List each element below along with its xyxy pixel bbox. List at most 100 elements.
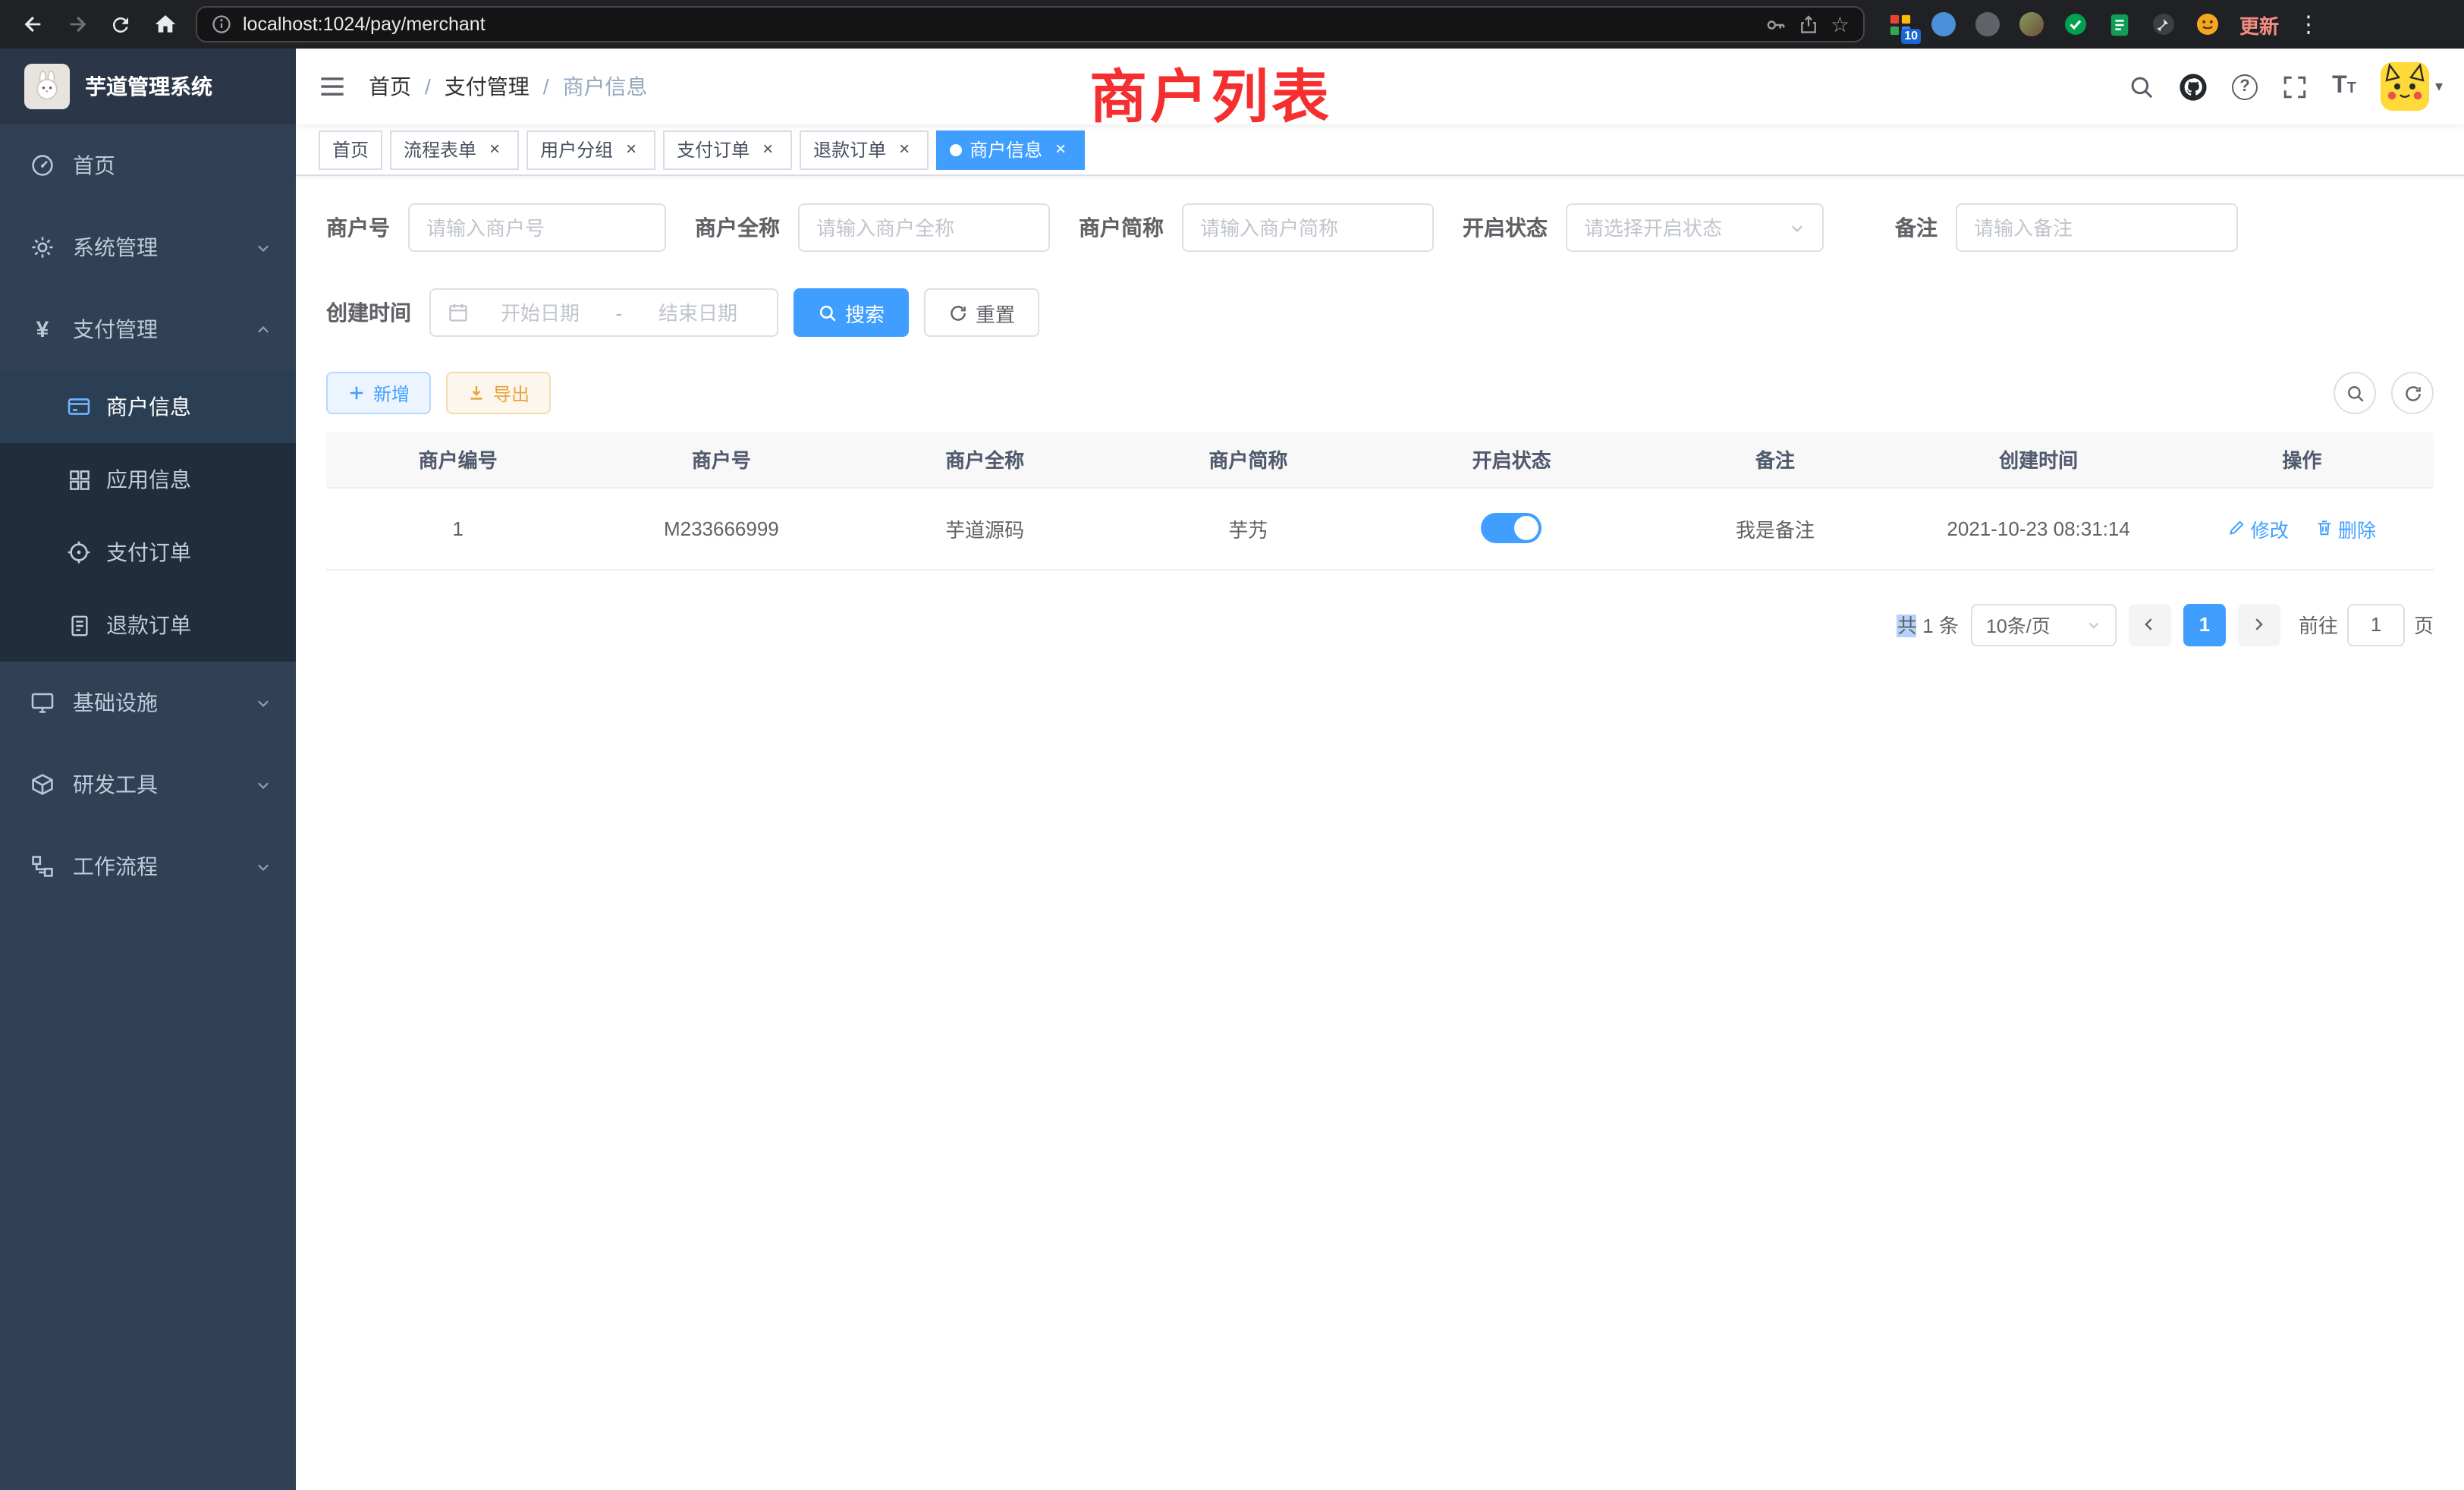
sidebar-item-system[interactable]: 系统管理 [0,206,296,288]
cell-short-name: 芋艿 [1117,487,1380,569]
back-icon[interactable] [12,4,53,45]
app-title: 芋道管理系统 [85,71,212,102]
extension-badge: 10 [1901,29,1921,44]
sidebar-item-devtools[interactable]: 研发工具 [0,743,296,825]
calendar-icon [448,302,469,323]
date-range-picker[interactable]: - [429,288,778,337]
toggle-search-button[interactable] [2334,372,2376,414]
close-tab-icon[interactable]: × [894,139,915,160]
browser-toolbar: localhost:1024/pay/merchant ☆ 10 [0,0,2464,49]
reload-icon[interactable] [100,4,141,45]
browser-update-button[interactable]: 更新 [2239,10,2279,39]
tab-home[interactable]: 首页 [319,130,382,169]
sidebar-item-refund-order[interactable]: 退款订单 [0,589,296,662]
remark-input[interactable] [1974,216,2220,239]
delete-link[interactable]: 删除 [2315,514,2376,542]
refresh-table-button[interactable] [2391,372,2434,414]
short-name-input[interactable] [1200,216,1416,239]
sidebar-item-pay-order[interactable]: 支付订单 [0,516,296,589]
tab-pay-order[interactable]: 支付订单 × [663,130,792,169]
search-button[interactable]: 搜索 [794,288,909,337]
address-bar[interactable]: localhost:1024/pay/merchant ☆ [196,6,1865,42]
sidebar-item-label: 首页 [73,150,115,181]
extension-green-check-icon[interactable] [2059,8,2092,41]
share-icon[interactable] [1799,14,1820,35]
page-1-button[interactable]: 1 [2183,603,2226,646]
sidebar-item-payment[interactable]: ¥ 支付管理 [0,288,296,370]
navbar-actions: ? TT ▾ [2129,62,2443,111]
page-content: 商户号 商户全称 商户简称 [296,176,2464,1490]
hamburger-icon[interactable] [296,73,369,100]
sidebar-item-home[interactable]: 首页 [0,124,296,206]
sidebar-item-merchant-info[interactable]: 商户信息 [0,370,296,443]
sidebar-item-app-info[interactable]: 应用信息 [0,443,296,516]
home-icon[interactable] [144,4,185,45]
tab-user-group[interactable]: 用户分组 × [526,130,655,169]
close-tab-icon[interactable]: × [621,139,642,160]
end-date-input[interactable] [636,301,760,324]
extensions-area: 10 [1883,8,2224,41]
site-info-icon[interactable] [211,14,232,35]
sidebar-item-label: 支付管理 [73,314,158,344]
extension-docs-icon[interactable] [2103,8,2136,41]
close-tab-icon[interactable]: × [757,139,778,160]
filter-row-1: 商户号 商户全称 商户简称 [326,203,2434,252]
col-actions: 操作 [2170,432,2434,487]
forward-icon[interactable] [56,4,97,45]
cell-merchant-id: 1 [326,487,589,569]
filter-full-name: 商户全称 [695,203,1050,252]
close-tab-icon[interactable]: × [1050,139,1071,160]
start-date-input[interactable] [478,301,602,324]
sidebar-item-label: 研发工具 [73,769,158,800]
edit-link[interactable]: 修改 [2228,514,2289,542]
extension-pin-icon[interactable] [2147,8,2180,41]
browser-menu-icon[interactable]: ⋮ [2291,11,2326,38]
reset-button[interactable]: 重置 [924,288,1039,337]
breadcrumb-separator: / [425,74,431,99]
close-tab-icon[interactable]: × [484,139,505,160]
add-button[interactable]: 新增 [326,372,431,414]
tab-process-form[interactable]: 流程表单 × [390,130,519,169]
sidebar-item-label: 应用信息 [106,464,191,495]
monitor-icon [30,690,55,715]
merchant-no-input[interactable] [426,216,648,239]
breadcrumb-current: 商户信息 [563,71,648,102]
extension-avatar-icon[interactable] [2015,8,2048,41]
status-select[interactable] [1566,203,1824,252]
extension-blue-icon[interactable] [1927,8,1960,41]
tab-refund-order[interactable]: 退款订单 × [800,130,929,169]
sidebar-item-label: 基础设施 [73,687,158,718]
page-size-select[interactable]: 10条/页 [1971,603,2117,646]
col-short-name: 商户简称 [1117,432,1380,487]
sidebar-item-label: 工作流程 [73,851,158,882]
goto-page-input[interactable] [2347,603,2405,646]
breadcrumb-home[interactable]: 首页 [369,71,411,102]
export-button[interactable]: 导出 [446,372,551,414]
tab-merchant-info[interactable]: 商户信息 × [936,130,1085,169]
help-icon[interactable]: ? [2232,74,2258,99]
extension-emoji-icon[interactable] [2191,8,2224,41]
status-toggle[interactable] [1482,513,1542,543]
chevron-down-icon [255,858,272,875]
sidebar-item-infrastructure[interactable]: 基础设施 [0,662,296,743]
tab-label: 首页 [332,137,369,162]
sidebar-item-workflow[interactable]: 工作流程 [0,825,296,907]
breadcrumb-payment[interactable]: 支付管理 [445,71,530,102]
font-size-icon[interactable]: TT [2332,73,2356,100]
github-icon[interactable] [2179,72,2208,101]
filter-short-name: 商户简称 [1079,203,1434,252]
cell-remark: 我是备注 [1643,487,1906,569]
fullscreen-icon[interactable] [2282,74,2308,99]
full-name-input[interactable] [816,216,1032,239]
search-icon[interactable] [2129,74,2154,99]
dashboard-icon [30,153,55,178]
next-page-button[interactable] [2238,603,2280,646]
user-menu[interactable]: ▾ [2381,62,2443,111]
bookmark-star-icon[interactable]: ☆ [1831,11,1850,37]
prev-page-button[interactable] [2129,603,2171,646]
password-key-icon[interactable] [1765,13,1788,36]
extension-gray-icon[interactable] [1971,8,2004,41]
tab-label: 用户分组 [540,137,613,162]
extension-grid-icon[interactable]: 10 [1883,8,1916,41]
app-logo[interactable]: 芋道管理系统 [0,49,296,124]
